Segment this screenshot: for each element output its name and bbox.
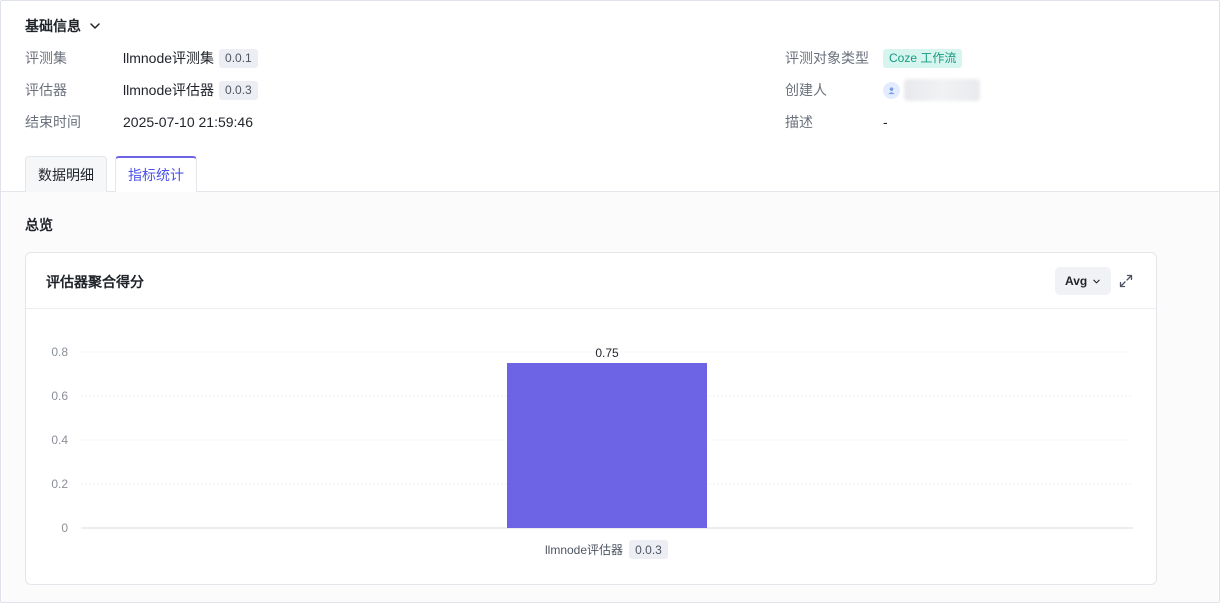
- aggregation-value: Avg: [1065, 274, 1088, 288]
- target-type-label: 评测对象类型: [785, 50, 869, 66]
- tab-label: 数据明细: [38, 166, 94, 183]
- description-label: 描述: [785, 114, 813, 130]
- expand-icon[interactable]: [1118, 273, 1134, 289]
- bar-chart: 0 0.2 0.4 0.6 0.8 0.75 llmnode评估器 0.0.3: [51, 345, 1133, 559]
- info-row-creator: 创建人: [785, 79, 980, 101]
- end-time-label: 结束时间: [25, 114, 81, 130]
- dataset-value: llmnode评测集 0.0.1: [123, 48, 258, 68]
- y-tick-label: 0.6: [51, 389, 68, 403]
- evaluator-name[interactable]: llmnode评估器: [123, 80, 214, 100]
- end-time-value: 2025-07-10 21:59:46: [123, 114, 253, 130]
- evaluation-detail-panel: 基础信息 评测集 llmnode评测集 0.0.1 评估器 llmnode评估器…: [0, 0, 1220, 603]
- y-tick-label: 0.2: [51, 477, 68, 491]
- tab-data-details[interactable]: 数据明细: [25, 156, 107, 192]
- evaluator-label: 评估器: [25, 82, 67, 98]
- info-row-end-time: 结束时间 2025-07-10 21:59:46: [25, 111, 253, 133]
- user-icon: [888, 86, 895, 94]
- info-row-target-type: 评测对象类型 Coze 工作流: [785, 47, 963, 69]
- dataset-version-badge: 0.0.1: [219, 48, 258, 68]
- y-tick-label: 0.8: [51, 345, 68, 359]
- avatar: [883, 81, 900, 99]
- chevron-down-icon: [1093, 279, 1100, 283]
- creator-name-redacted: [904, 79, 980, 101]
- evaluator-score-card: 评估器聚合得分 Avg 0 0.2 0.4 0.6 0.8 0.75 llmnode评估器 0…: [25, 252, 1157, 585]
- creator-label: 创建人: [785, 82, 827, 98]
- info-row-description: 描述 -: [785, 111, 888, 133]
- data-label: 0.75: [595, 346, 619, 360]
- info-row-evaluator: 评估器 llmnode评估器 0.0.3: [25, 79, 258, 101]
- tab-metric-statistics[interactable]: 指标统计: [115, 156, 197, 192]
- bar: [507, 363, 707, 528]
- y-tick-label: 0.4: [51, 433, 68, 447]
- card-header: 评估器聚合得分 Avg: [26, 253, 1156, 309]
- x-tick-version-label: 0.0.3: [635, 543, 662, 557]
- description-value: -: [883, 114, 888, 130]
- tab-label: 指标统计: [128, 167, 184, 183]
- y-tick-label: 0: [61, 521, 68, 535]
- evaluator-value: llmnode评估器 0.0.3: [123, 80, 258, 100]
- dataset-label: 评测集: [25, 50, 67, 66]
- target-type-tag: Coze 工作流: [883, 48, 963, 68]
- x-tick-label: llmnode评估器: [545, 543, 623, 557]
- aggregation-select[interactable]: Avg: [1055, 267, 1112, 295]
- evaluator-version-badge: 0.0.3: [219, 80, 258, 100]
- info-row-dataset: 评测集 llmnode评测集 0.0.1: [25, 47, 258, 69]
- dataset-name[interactable]: llmnode评测集: [123, 48, 214, 68]
- card-title: 评估器聚合得分: [46, 274, 144, 290]
- basic-info-grid: 评测集 llmnode评测集 0.0.1 评估器 llmnode评估器 0.0.…: [25, 1, 1205, 151]
- overview-title: 总览: [25, 217, 53, 233]
